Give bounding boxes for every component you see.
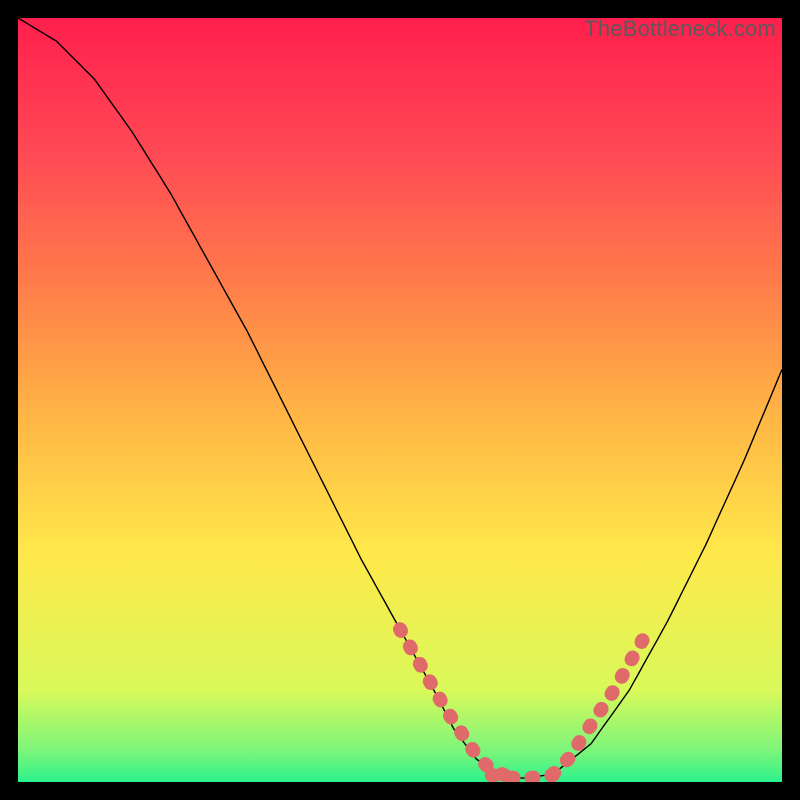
plot-area: TheBottleneck.com <box>18 18 782 782</box>
watermark-text: TheBottleneck.com <box>584 16 776 42</box>
chart-frame: TheBottleneck.com <box>0 0 800 800</box>
highlight-left <box>400 629 507 776</box>
main-curve <box>18 18 782 778</box>
chart-svg <box>18 18 782 782</box>
highlight-right <box>553 637 645 775</box>
